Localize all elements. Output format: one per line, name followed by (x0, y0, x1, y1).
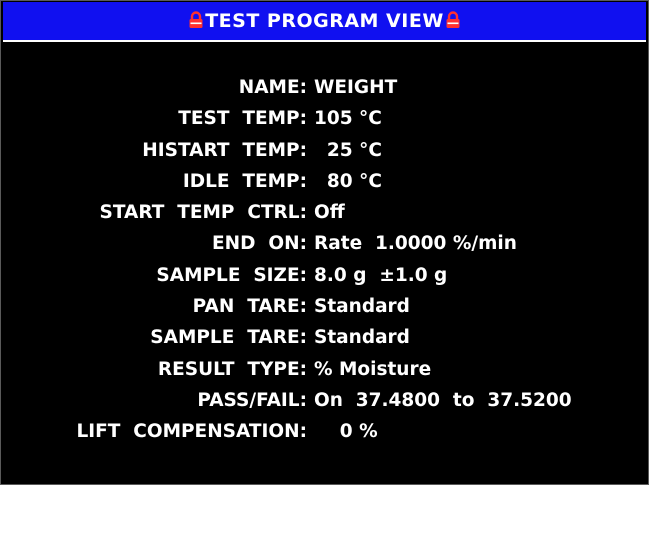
setting-label: LIFT COMPENSATION: (76, 421, 307, 443)
setting-row-lift-compensation: LIFT COMPENSATION: 0 % (1, 416, 648, 447)
setting-row-start-temp-ctrl: START TEMP CTRL: Off (1, 197, 648, 228)
setting-value: 25 °C (314, 139, 382, 161)
setting-value: 105 °C (314, 108, 382, 130)
title-bar: TEST PROGRAM VIEW (3, 2, 646, 40)
setting-label: SAMPLE SIZE: (156, 264, 307, 286)
setting-value: 80 °C (314, 170, 382, 192)
setting-row-name: NAME: WEIGHT (1, 72, 648, 103)
title-divider (3, 40, 646, 42)
setting-row-histart-temp: HISTART TEMP: 25 °C (1, 135, 648, 166)
setting-label: TEST TEMP: (178, 108, 307, 130)
test-program-screen: TEST PROGRAM VIEW NAME: WEIGHT TEST TEMP… (0, 0, 649, 485)
setting-value: 0 % (314, 421, 378, 443)
setting-row-result-type: RESULT TYPE: % Moisture (1, 354, 648, 385)
setting-value: Off (314, 202, 345, 224)
lock-icon (445, 11, 461, 29)
setting-row-sample-tare: SAMPLE TARE: Standard (1, 322, 648, 353)
setting-label: END ON: (212, 233, 307, 255)
setting-row-pass-fail: PASS/FAIL: On 37.4800 to 37.5200 (1, 385, 648, 416)
setting-row-pan-tare: PAN TARE: Standard (1, 291, 648, 322)
lock-icon (188, 11, 204, 29)
setting-row-sample-size: SAMPLE SIZE: 8.0 g ±1.0 g (1, 260, 648, 291)
setting-label: PAN TARE: (192, 296, 307, 318)
setting-value: Rate 1.0000 %/min (314, 233, 517, 255)
setting-row-end-on: END ON: Rate 1.0000 %/min (1, 228, 648, 259)
program-settings-list: NAME: WEIGHT TEST TEMP: 105 °C HISTART T… (1, 72, 648, 448)
setting-row-test-temp: TEST TEMP: 105 °C (1, 103, 648, 134)
setting-label: START TEMP CTRL: (99, 202, 307, 224)
setting-value: % Moisture (314, 358, 432, 380)
setting-value: On 37.4800 to 37.5200 (314, 389, 572, 411)
setting-label: PASS/FAIL: (197, 389, 307, 411)
page-title: TEST PROGRAM VIEW (205, 10, 444, 32)
setting-label: RESULT TYPE: (157, 358, 307, 380)
setting-value: Standard (314, 296, 410, 318)
setting-value: WEIGHT (314, 77, 398, 98)
setting-label: HISTART TEMP: (142, 139, 307, 161)
setting-value: 8.0 g ±1.0 g (314, 264, 448, 286)
setting-row-idle-temp: IDLE TEMP: 80 °C (1, 166, 648, 197)
setting-label: NAME: (238, 77, 307, 98)
setting-label: SAMPLE TARE: (150, 327, 307, 349)
setting-value: Standard (314, 327, 410, 349)
setting-label: IDLE TEMP: (182, 170, 307, 192)
